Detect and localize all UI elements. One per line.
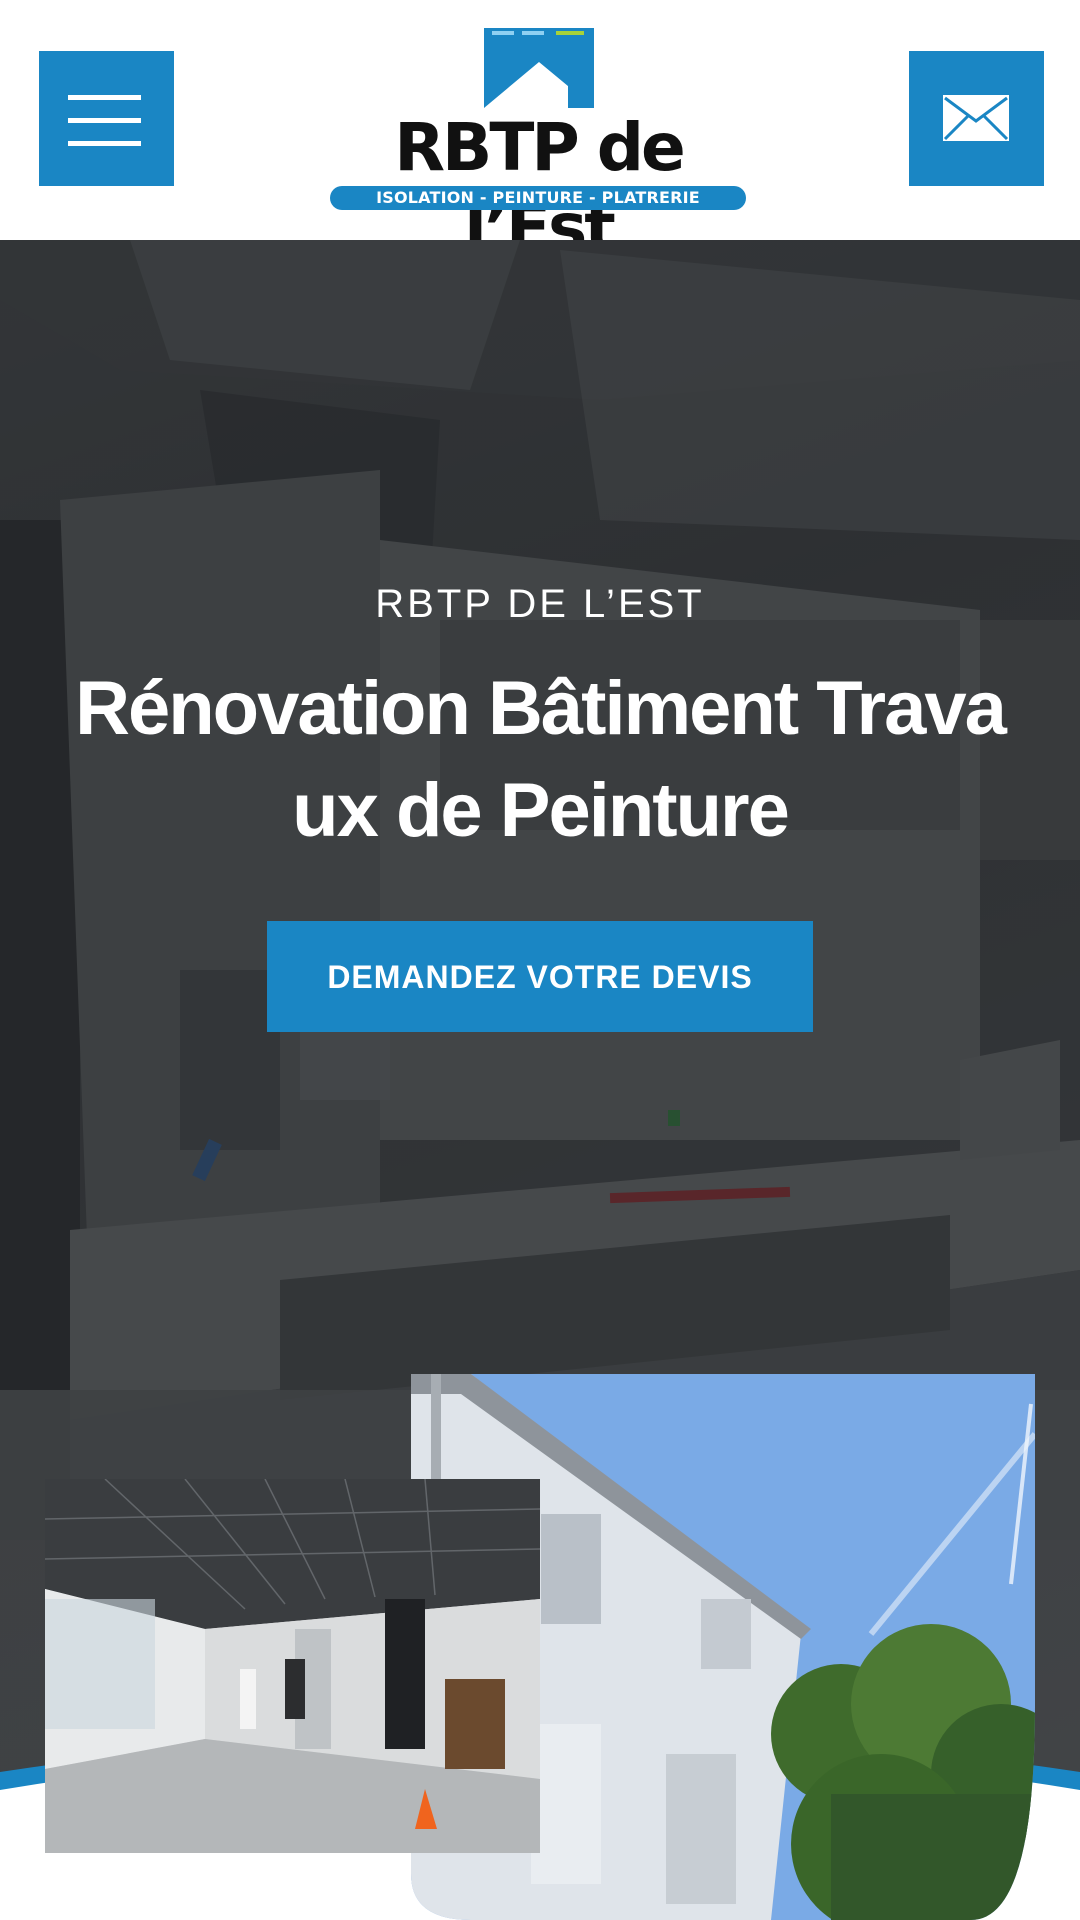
corridor-interior-photo — [45, 1479, 540, 1853]
contact-mail-button[interactable] — [909, 51, 1044, 186]
site-header: RBTP de l’Est ISOLATION - PEINTURE - PLA… — [0, 0, 1080, 266]
envelope-icon — [943, 95, 1009, 141]
hero-eyebrow: RBTP DE L’EST — [375, 582, 705, 626]
request-quote-button[interactable]: DEMANDEZ VOTRE DEVIS — [267, 921, 813, 1032]
site-logo[interactable]: RBTP de l’Est ISOLATION - PEINTURE - PLA… — [326, 28, 751, 266]
hero-background-image — [0, 240, 1080, 1540]
house-roof-logo-icon — [484, 28, 594, 108]
logo-tagline: ISOLATION - PEINTURE - PLATRERIE — [330, 186, 746, 210]
menu-button[interactable] — [39, 51, 174, 186]
hero-section: RBTP DE L’EST Rénovation Bâtiment Travau… — [0, 240, 1080, 1920]
hero-title: Rénovation Bâtiment Travaux de Peinture — [75, 666, 1007, 853]
